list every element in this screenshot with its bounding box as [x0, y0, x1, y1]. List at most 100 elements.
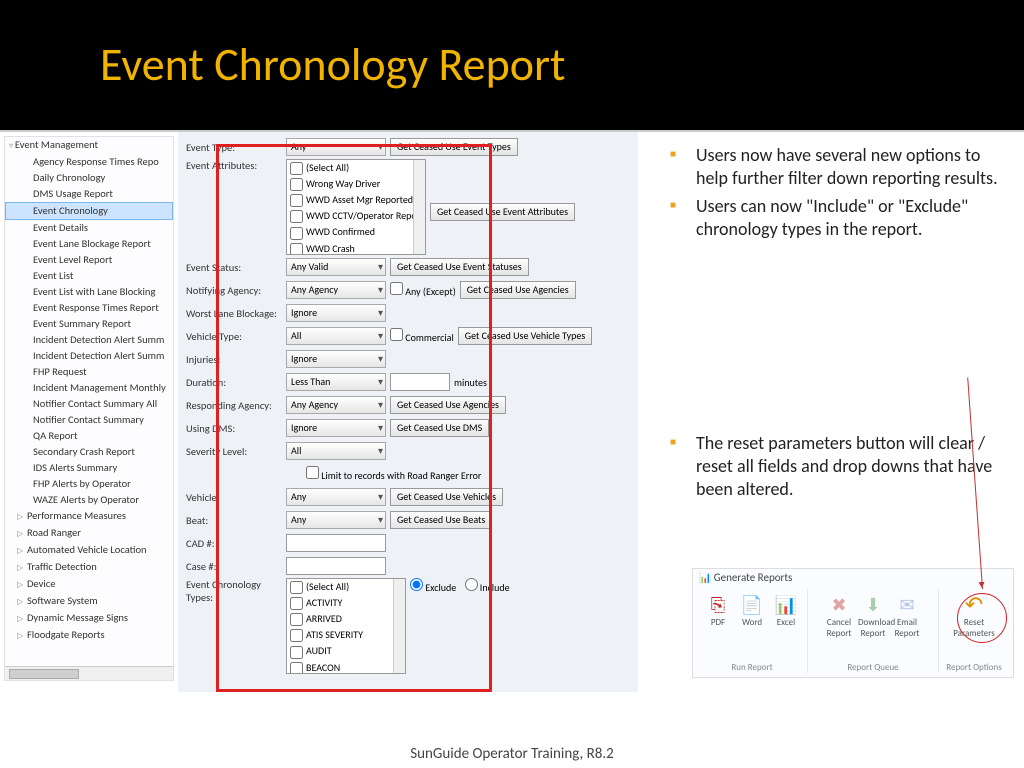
- checkbox-item[interactable]: WWD Asset Mgr Reported: [287, 192, 425, 208]
- reset-parameters-button[interactable]: ↶Reset Parameters: [952, 593, 996, 639]
- cancel-icon: ✖: [824, 593, 854, 617]
- event-status-select[interactable]: Any Valid: [286, 258, 386, 276]
- ceased-statuses-button[interactable]: Get Ceased Use Event Statuses: [390, 258, 529, 276]
- vehicle-select[interactable]: Any: [286, 488, 386, 506]
- bullet-point: Users can now "Include" or "Exclude" chr…: [692, 195, 1008, 242]
- tree-hscroll[interactable]: [5, 666, 173, 680]
- download-icon: ⬇: [858, 593, 888, 617]
- cad-input[interactable]: [286, 534, 386, 552]
- ceased-event-attrs-button[interactable]: Get Ceased Use Event Attributes: [430, 203, 575, 221]
- notifying-agency-select[interactable]: Any Agency: [286, 281, 386, 299]
- ribbon: Generate Reports ⎘PDF 📄Word 📊Excel Run R…: [692, 568, 1014, 678]
- tree-item[interactable]: Notifier Contact Summary All: [5, 396, 173, 412]
- tree-folder[interactable]: Road Ranger: [5, 525, 173, 542]
- pdf-button[interactable]: ⎘PDF: [703, 593, 733, 628]
- checkbox-item[interactable]: WWD CCTV/Operator Reported: [287, 208, 425, 224]
- cancel-report-button[interactable]: ✖Cancel Report: [824, 593, 854, 639]
- slide-footer: SunGuide Operator Training, R8.2: [0, 740, 1024, 768]
- app-screenshot: Event Management Agency Response Times R…: [0, 132, 650, 692]
- tree-item[interactable]: Secondary Crash Report: [5, 444, 173, 460]
- pdf-icon: ⎘: [703, 593, 733, 617]
- checkbox-item[interactable]: Wrong Way Driver: [287, 176, 425, 192]
- explanation-panel: Users now have several new options to he…: [650, 132, 1024, 708]
- exclude-radio[interactable]: Exclude: [410, 581, 456, 594]
- checkbox-item[interactable]: BEACON: [287, 660, 405, 674]
- checkbox-item[interactable]: ATIS SEVERITY: [287, 627, 405, 643]
- checkbox-item[interactable]: AUDIT: [287, 643, 405, 659]
- checkbox-item[interactable]: ARRIVED: [287, 611, 405, 627]
- tree-item[interactable]: DMS Usage Report: [5, 186, 173, 202]
- reset-icon: ↶: [952, 593, 996, 617]
- tree-item[interactable]: QA Report: [5, 428, 173, 444]
- form-label: Event Type:: [186, 141, 286, 154]
- tree-root[interactable]: Event Management: [5, 137, 173, 154]
- tree-item[interactable]: Event Lane Blockage Report: [5, 236, 173, 252]
- checkbox-item[interactable]: ACTIVITY: [287, 595, 405, 611]
- tree-item[interactable]: Event Details: [5, 220, 173, 236]
- tree-item[interactable]: WAZE Alerts by Operator: [5, 492, 173, 508]
- download-report-button[interactable]: ⬇Download Report: [858, 593, 888, 639]
- tree-folder[interactable]: Dynamic Message Signs: [5, 610, 173, 627]
- tree-folder[interactable]: Software System: [5, 593, 173, 610]
- limit-rr-error-checkbox[interactable]: Limit to records with Road Ranger Error: [306, 466, 481, 482]
- tree-item[interactable]: Daily Chronology: [5, 170, 173, 186]
- tree-item[interactable]: Event List with Lane Blocking: [5, 284, 173, 300]
- ceased-vehicle-types-button[interactable]: Get Ceased Use Vehicle Types: [458, 327, 592, 345]
- duration-input[interactable]: [390, 373, 450, 391]
- tree-item[interactable]: Agency Response Times Repo: [5, 154, 173, 170]
- tree-item[interactable]: Event List: [5, 268, 173, 284]
- tree-item[interactable]: Incident Detection Alert Summ: [5, 332, 173, 348]
- tree-folder[interactable]: Automated Vehicle Location: [5, 542, 173, 559]
- beat-select[interactable]: Any: [286, 511, 386, 529]
- tree-folder[interactable]: Performance Measures: [5, 508, 173, 525]
- tree-item[interactable]: IDS Alerts Summary: [5, 460, 173, 476]
- slide-title-text: Event Chronology Report: [100, 37, 565, 93]
- ceased-agencies-button[interactable]: Get Ceased Use Agencies: [460, 281, 576, 299]
- using-dms-select[interactable]: Ignore: [286, 419, 386, 437]
- excel-button[interactable]: 📊Excel: [771, 593, 801, 628]
- tree-folder[interactable]: Device: [5, 576, 173, 593]
- tree-item[interactable]: FHP Request: [5, 364, 173, 380]
- case-input[interactable]: [286, 557, 386, 575]
- word-icon: 📄: [737, 593, 767, 617]
- include-radio[interactable]: Include: [465, 581, 510, 594]
- vehicle-type-select[interactable]: All: [286, 327, 386, 345]
- checkbox-item[interactable]: (Select All): [287, 579, 405, 595]
- bullet-point: The reset parameters button will clear /…: [692, 432, 1008, 502]
- tree-folder[interactable]: Traffic Detection: [5, 559, 173, 576]
- tree-item[interactable]: Event Level Report: [5, 252, 173, 268]
- ceased-resp-agencies-button[interactable]: Get Ceased Use Agencies: [390, 396, 506, 414]
- email-icon: ✉: [892, 593, 922, 617]
- slide-title-bar: Event Chronology Report: [0, 0, 1024, 130]
- tree-item[interactable]: Notifier Contact Summary: [5, 412, 173, 428]
- event-type-select[interactable]: Any: [286, 138, 386, 156]
- responding-agency-select[interactable]: Any Agency: [286, 396, 386, 414]
- tree-folder[interactable]: Floodgate Reports: [5, 627, 173, 644]
- severity-select[interactable]: All: [286, 442, 386, 460]
- report-tree[interactable]: Event Management Agency Response Times R…: [4, 136, 174, 681]
- event-attrs-list[interactable]: (Select All)Wrong Way DriverWWD Asset Mg…: [286, 159, 426, 255]
- email-report-button[interactable]: ✉Email Report: [892, 593, 922, 639]
- tree-item[interactable]: Event Summary Report: [5, 316, 173, 332]
- ceased-dms-button[interactable]: Get Ceased Use DMS: [390, 419, 489, 437]
- any-except-checkbox[interactable]: Any (Except): [390, 282, 456, 298]
- ceased-beats-button[interactable]: Get Ceased Use Beats: [390, 511, 492, 529]
- tree-item[interactable]: Incident Detection Alert Summ: [5, 348, 173, 364]
- form-panel: Event Type: Any Get Ceased Use Event Typ…: [178, 132, 638, 692]
- word-button[interactable]: 📄Word: [737, 593, 767, 628]
- checkbox-item[interactable]: WWD Confirmed: [287, 224, 425, 240]
- bullet-point: Users now have several new options to he…: [692, 144, 1008, 191]
- chron-types-list[interactable]: (Select All)ACTIVITYARRIVEDATIS SEVERITY…: [286, 578, 406, 674]
- ceased-vehicles-button[interactable]: Get Ceased Use Vehicles: [390, 488, 503, 506]
- tree-item[interactable]: Incident Management Monthly: [5, 380, 173, 396]
- duration-op-select[interactable]: Less Than: [286, 373, 386, 391]
- tree-item[interactable]: FHP Alerts by Operator: [5, 476, 173, 492]
- tree-item[interactable]: Event Response Times Report: [5, 300, 173, 316]
- worst-lane-select[interactable]: Ignore: [286, 304, 386, 322]
- commercial-checkbox[interactable]: Commercial: [390, 328, 454, 344]
- checkbox-item[interactable]: (Select All): [287, 160, 425, 176]
- tree-item[interactable]: Event Chronology: [5, 202, 173, 220]
- checkbox-item[interactable]: WWD Crash: [287, 241, 425, 255]
- ceased-event-types-button[interactable]: Get Ceased Use Event Types: [390, 138, 518, 156]
- injuries-select[interactable]: Ignore: [286, 350, 386, 368]
